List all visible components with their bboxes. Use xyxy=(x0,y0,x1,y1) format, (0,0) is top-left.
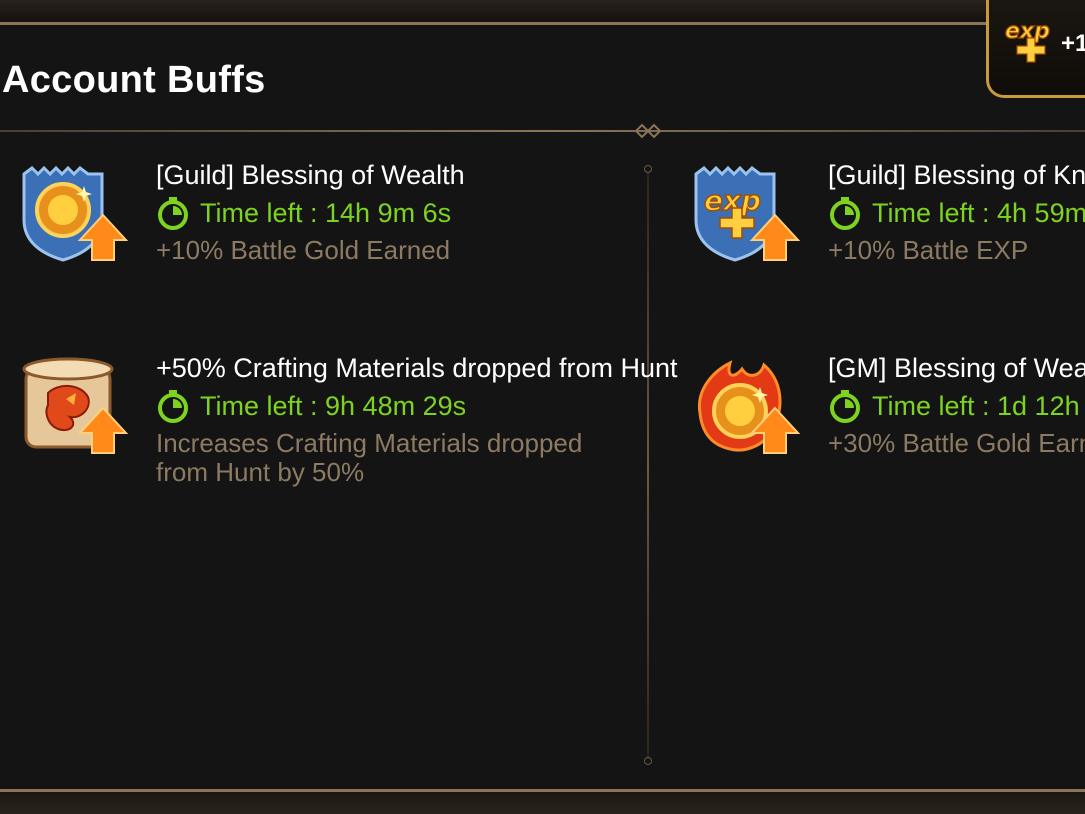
account-buffs-panel: Account Buffs [Guild] Blessing of Wealth xyxy=(0,22,1085,792)
buff-time-left: Time left : 14h 9m 6s xyxy=(156,196,451,230)
buff-time-left: Time left : 4h 59m xyxy=(828,196,1085,230)
stopwatch-icon xyxy=(158,390,188,423)
guild-exp-shield-icon: exp xyxy=(694,165,801,262)
buff-description: +10% Battle EXP xyxy=(828,235,1029,265)
buff-time-text: Time left : 9h 48m 29s xyxy=(200,390,467,421)
buff-time-left: Time left : 1d 12h xyxy=(828,389,1080,423)
buff-time-text: Time left : 14h 9m 6s xyxy=(200,197,452,228)
buff-description: +10% Battle Gold Earned xyxy=(156,235,451,265)
buff-time-text: Time left : 1d 12h xyxy=(872,390,1080,421)
buff-title: +50% Crafting Materials dropped from Hun… xyxy=(156,353,678,383)
divider-top-dot xyxy=(644,165,652,173)
buff-time-text: Time left : 4h 59m xyxy=(872,197,1085,228)
buff-title: [Guild] Blessing of Kn xyxy=(828,160,1085,190)
diamond-ornament-icon xyxy=(634,123,662,139)
column-divider xyxy=(647,171,649,761)
background-bottom-strip xyxy=(0,792,1085,814)
buff-title: [Guild] Blessing of Wealth xyxy=(156,160,465,190)
buff-description: Increases Crafting Materials dropped fro… xyxy=(156,428,583,487)
background-top-strip xyxy=(0,0,1085,22)
exp-plus-icon: exp xyxy=(1004,18,1050,63)
buff-description: +30% Battle Gold Earn xyxy=(828,428,1085,458)
crafting-scroll-icon xyxy=(22,357,129,454)
exp-bonus-value: +1 xyxy=(1061,30,1085,57)
account-buffs-screen: Account Buffs [Guild] Blessing of Wealth xyxy=(0,0,1085,814)
exp-bonus-badge[interactable]: exp +1 xyxy=(986,0,1085,98)
stopwatch-icon xyxy=(158,197,188,230)
buff-title: [GM] Blessing of Wea xyxy=(828,353,1085,383)
buff-time-left: Time left : 9h 48m 29s xyxy=(156,389,466,423)
guild-gold-shield-icon xyxy=(22,165,129,262)
stopwatch-icon xyxy=(830,197,860,230)
stopwatch-icon xyxy=(830,390,860,423)
divider-bottom-dot xyxy=(644,757,652,765)
panel-title: Account Buffs xyxy=(2,59,266,101)
gm-flaming-coin-icon xyxy=(697,360,801,454)
header-divider xyxy=(0,130,1085,132)
